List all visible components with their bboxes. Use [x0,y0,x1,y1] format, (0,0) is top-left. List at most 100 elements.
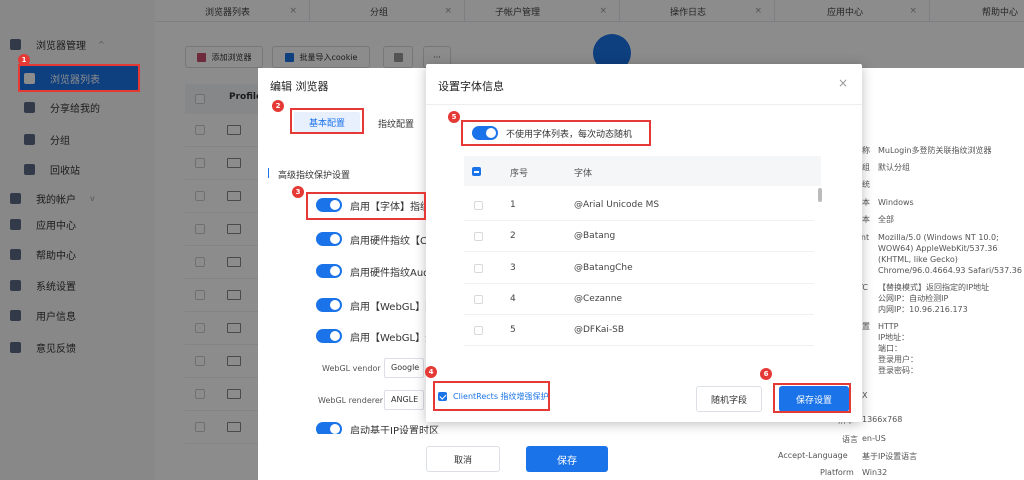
platform-label: Platform [820,468,854,477]
row-index: 3 [510,263,516,273]
resolution-value: 1366x768 [862,415,903,424]
cancel-button[interactable]: 取消 [426,446,500,472]
row-font: @Batang [574,231,616,241]
switch-label: 启用硬件指纹Aud [350,267,430,279]
info-value: 端口： [878,344,902,353]
row-index: 2 [510,231,516,241]
highlight-box [18,64,140,92]
random-fonts-button[interactable]: 随机字段 [696,386,762,412]
platform-value: Win32 [862,468,888,477]
toggle-switch[interactable] [316,232,342,246]
webgl-vendor-field[interactable]: Google [384,358,424,378]
switch-label: 启用【WebGL】元 [350,332,436,344]
info-value: MuLogin多登防关联指纹浏览器 [878,146,992,155]
info-value: HTTP [878,322,899,331]
language-value: en-US [862,434,886,443]
tab-fingerprint-config[interactable]: 指纹配置 [378,117,414,130]
section-title: 高级指纹保护设置 [278,171,351,181]
row-checkbox[interactable] [474,264,483,273]
timezone-switch-row[interactable]: 启动基于IP设置时区 [316,422,439,434]
save-button[interactable]: 保存 [526,446,608,472]
info-value: 内网IP：10.96.216.173 [878,305,968,314]
accept-language-value: 基于IP设置语言 [862,452,918,461]
font-table: 序号 字体 1 @Arial Unicode MS 2 @Batang 3 @Bata… [464,156,822,356]
save-label: 保存 [557,455,577,467]
row-checkbox[interactable] [474,295,483,304]
cancel-label: 取消 [453,455,472,466]
step-badge: 4 [425,366,437,378]
info-key: 本 [862,215,870,224]
audio-fingerprint-switch-row[interactable]: 启用硬件指纹Aud [316,262,430,280]
highlight-box [290,108,364,134]
modal-title: 设置字体信息 [438,80,504,93]
table-row[interactable]: 4 @Cezanne [464,284,814,315]
panel-title: 编辑 浏览器 [270,80,329,93]
info-key: 本 [862,198,870,207]
webgl-image-switch-row[interactable]: 启用【WebGL】图 [316,296,435,314]
highlight-box [306,192,426,220]
highlight-box [461,120,651,146]
step-badge: 1 [18,54,30,66]
close-icon[interactable]: × [838,76,848,90]
info-value: X [862,391,868,400]
row-checkbox[interactable] [474,232,483,241]
row-index: 4 [510,294,516,304]
row-checkbox[interactable] [474,201,483,210]
toggle-switch[interactable] [316,422,342,434]
info-value: Mozilla/5.0 (Windows NT 10.0; [878,233,999,242]
switch-label: 启用【WebGL】图 [350,301,436,313]
step-badge: 2 [272,100,284,112]
info-value: 登录密码： [878,366,918,375]
font-settings-modal: 设置字体信息 × 不使用字体列表，每次动态随机 序号 字体 1 @Arial Un… [426,64,862,422]
language-label: 语言 [842,435,858,444]
info-value: 默认分组 [878,163,910,172]
toggle-switch[interactable] [316,264,342,278]
row-index: 5 [510,325,516,335]
select-all-checkbox[interactable] [472,167,481,176]
col-font: 字体 [574,169,593,179]
webgl-renderer-field[interactable]: ANGLE [384,390,424,410]
table-header: 序号 字体 [464,156,821,186]
webgl-renderer-label: WebGL renderer [318,396,384,405]
row-font: @BatangChe [574,263,633,273]
info-value: IP地址： [878,333,910,342]
info-value: WOW64) AppleWebKit/537.36 [878,244,998,253]
info-value: 全部 [878,215,894,224]
info-value: 统 [862,180,870,189]
row-checkbox[interactable] [474,326,483,335]
switch-label: 启动基于IP设置时区 [350,426,439,434]
section-marker [268,168,269,178]
highlight-box [773,383,851,413]
step-badge: 5 [448,111,460,123]
canvas-fingerprint-switch-row[interactable]: 启用硬件指纹【Ca [316,230,433,248]
accept-language-label: Accept-Language [778,451,848,460]
table-scrollbar[interactable] [818,188,822,202]
webgl-vendor-value: Google [391,363,420,372]
info-key: 置 [862,322,870,331]
switch-label: 启用硬件指纹【Ca [350,235,434,247]
table-row[interactable]: 5 @DFKai-SB [464,315,814,346]
table-row[interactable]: 3 @BatangChe [464,253,814,284]
info-value: Windows [878,198,914,207]
webgl-vendor-label: WebGL vendor [322,364,381,373]
row-index: 1 [510,200,516,210]
random-fonts-label: 随机字段 [710,395,747,406]
info-key: 组 [862,163,870,172]
info-value: 【替换模式】返回指定的IP地址 [878,283,990,292]
table-row[interactable]: 1 @Arial Unicode MS [464,190,814,221]
info-value: 公网IP：自动检测IP [878,294,949,303]
webgl-meta-switch-row[interactable]: 启用【WebGL】元 [316,327,435,345]
info-value: Chrome/96.0.4664.93 Safari/537.36 [878,266,1022,275]
highlight-box [433,381,550,411]
info-key: 称 [862,146,870,155]
col-index: 序号 [510,169,529,179]
webgl-renderer-value: ANGLE [391,395,419,404]
step-badge: 3 [292,186,304,198]
table-row[interactable]: 2 @Batang [464,221,814,252]
row-font: @Arial Unicode MS [574,200,660,210]
row-font: @DFKai-SB [574,325,625,335]
info-value: (KHTML, like Gecko) [878,255,958,264]
info-value: 登录用户： [878,355,918,364]
toggle-switch[interactable] [316,298,342,312]
toggle-switch[interactable] [316,329,342,343]
